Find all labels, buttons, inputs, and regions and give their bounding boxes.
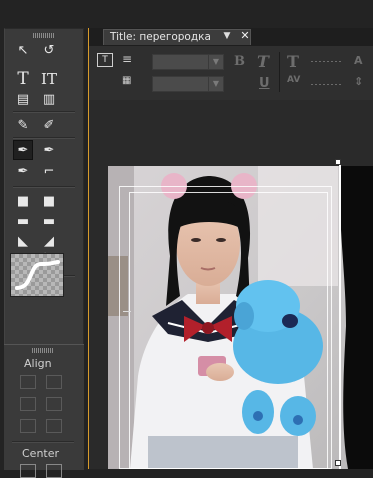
area-type-tool-icon[interactable]: ▤ <box>13 89 33 109</box>
rotation-tool-icon[interactable]: ↺ <box>39 40 59 60</box>
vertical-type-tool-icon[interactable]: IT <box>39 69 59 89</box>
underline-button[interactable]: U <box>259 76 270 91</box>
title-window: Title: перегородка ▼ ✕ T ≡ ▦ ▼ ▼ B T U T… <box>88 28 373 469</box>
font-size-value[interactable] <box>311 61 343 62</box>
selection-tool-icon[interactable]: ↖ <box>13 40 33 60</box>
tab-bar: Title: перегородка ▼ ✕ <box>89 28 373 47</box>
delete-anchor-tool-icon[interactable]: ✒ <box>39 140 59 160</box>
font-size-icon: T <box>287 52 299 71</box>
chevron-down-icon: ▼ <box>208 55 223 69</box>
separator <box>13 137 75 139</box>
align-panel: Align Center <box>4 344 84 478</box>
separator <box>13 186 75 188</box>
align-horizontal-center-button[interactable] <box>20 397 36 411</box>
align-right-button[interactable] <box>46 397 62 411</box>
font-family-dropdown[interactable]: ▼ <box>152 54 224 70</box>
align-label: Align <box>24 357 52 370</box>
font-style-dropdown[interactable]: ▼ <box>152 76 224 92</box>
title-canvas[interactable] <box>89 100 373 469</box>
align-top-button[interactable] <box>20 419 36 433</box>
type-tool-icon[interactable]: T <box>13 69 33 89</box>
leading-icon: A <box>354 54 363 67</box>
templates-icon[interactable]: ≡ <box>122 53 138 67</box>
resize-handle-bottom[interactable] <box>335 460 341 466</box>
rounded-corner-rectangle-tool-icon[interactable]: ▬ <box>39 211 59 231</box>
show-background-icon[interactable]: ▦ <box>122 75 138 89</box>
title-safe-margin <box>129 192 328 469</box>
rounded-rectangle-tool-icon[interactable]: ▬ <box>13 211 33 231</box>
close-icon[interactable]: ✕ <box>239 29 251 43</box>
resize-handle-top[interactable] <box>335 159 341 165</box>
baseline-shift-icon: ⇕ <box>354 75 364 88</box>
tab-title-label: Title: перегородка <box>110 31 211 43</box>
stroke-preview-icon <box>15 260 60 290</box>
panel-grip[interactable] <box>32 348 54 353</box>
kerning-value[interactable] <box>311 84 343 85</box>
kerning-icon: AV <box>287 75 301 85</box>
align-bottom-button[interactable] <box>46 419 62 433</box>
chevron-down-icon: ▼ <box>208 77 223 91</box>
style-swatch[interactable] <box>10 253 64 297</box>
vertical-path-type-tool-icon[interactable]: ✐ <box>39 115 59 135</box>
clipped-rectangle-tool-icon[interactable]: ■ <box>39 191 59 211</box>
pen-tool-icon[interactable]: ✒ <box>13 140 33 160</box>
separator <box>13 111 75 113</box>
title-toolbar: T ≡ ▦ ▼ ▼ B T U T AV A ⇕ <box>89 46 373 101</box>
wedge-tool-icon[interactable]: ◣ <box>13 231 33 251</box>
panel-grip[interactable] <box>33 33 55 38</box>
alignment-tick <box>123 311 131 312</box>
rectangle-tool-icon[interactable]: ■ <box>13 191 33 211</box>
center-label: Center <box>22 447 60 460</box>
vertical-area-type-tool-icon[interactable]: ▥ <box>39 89 59 109</box>
toolbar-divider <box>279 52 280 92</box>
align-left-button[interactable] <box>20 375 36 389</box>
center-horizontal-button[interactable] <box>20 464 36 478</box>
add-anchor-tool-icon[interactable]: ✒ <box>13 161 33 181</box>
separator <box>12 441 74 443</box>
path-type-tool-icon[interactable]: ✎ <box>13 115 33 135</box>
text-box-edge[interactable] <box>339 162 341 469</box>
arc-tool-icon[interactable]: ◢ <box>39 231 59 251</box>
title-properties-icon[interactable]: T <box>97 53 113 67</box>
align-vertical-center-button[interactable] <box>46 375 62 389</box>
italic-button[interactable]: T <box>257 52 269 71</box>
convert-anchor-tool-icon[interactable]: ⌐ <box>39 161 59 181</box>
center-vertical-button[interactable] <box>46 464 62 478</box>
tab-menu-icon[interactable]: ▼ <box>221 30 233 42</box>
bold-button[interactable]: B <box>234 54 245 69</box>
